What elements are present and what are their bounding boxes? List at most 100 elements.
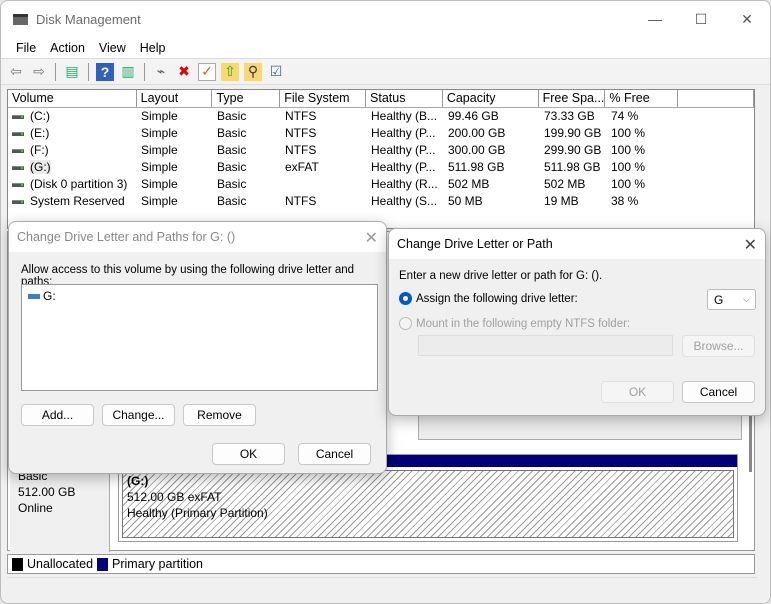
toolbar-separator	[144, 62, 145, 81]
volume-list-header: Volume Layout Type File System Status Ca…	[8, 90, 754, 108]
volume-name: (C:)	[30, 109, 50, 123]
menu-help[interactable]: Help	[133, 41, 173, 55]
cell-volume: (Disk 0 partition 3)	[8, 176, 137, 193]
dialog-title-bar: Change Drive Letter or Path ✕	[389, 229, 765, 259]
unallocated-swatch	[12, 557, 23, 571]
table-row[interactable]: (E:) Simple Basic NTFS Healthy (P... 200.00 G…	[8, 125, 754, 142]
cell-file-system: NTFS	[285, 126, 317, 140]
add-button[interactable]: Add...	[21, 404, 94, 426]
cell-type: Basic	[217, 126, 247, 140]
volume-name: (G:)	[30, 160, 51, 174]
cell-capacity: 502 MB	[448, 177, 490, 191]
cell-volume: System Reserved	[8, 193, 137, 210]
action-pane-icon[interactable]: ▥	[119, 63, 137, 81]
path-entry[interactable]: G:	[28, 289, 371, 303]
partition-status: Healthy (Primary Partition)	[127, 506, 268, 520]
radio-selected-icon[interactable]	[399, 292, 412, 305]
close-button[interactable]: ✕	[724, 1, 770, 37]
folder-path-input[interactable]	[418, 335, 673, 356]
cell-capacity: 300.00 GB	[448, 143, 506, 157]
column-percent-free[interactable]: % Free	[605, 90, 679, 107]
forward-arrow-icon[interactable]: ⇨	[30, 63, 48, 81]
cell-capacity: 511.98 GB	[448, 160, 505, 174]
table-row[interactable]: (F:) Simple Basic NTFS Healthy (P... 300.00 G…	[8, 142, 754, 159]
close-icon[interactable]: ✕	[744, 235, 757, 255]
cell-type: Basic	[217, 177, 247, 191]
column-capacity[interactable]: Capacity	[443, 90, 539, 107]
checklist-icon[interactable]: ☑	[267, 63, 285, 81]
menu-file[interactable]: File	[9, 41, 43, 55]
cell-type: Basic	[217, 109, 247, 123]
delete-icon[interactable]: ✖	[175, 63, 193, 81]
graph-scrollbar[interactable]	[749, 412, 752, 472]
column-file-system[interactable]: File System	[280, 90, 367, 107]
volume-icon	[12, 131, 24, 136]
close-icon[interactable]: ✕	[365, 228, 378, 248]
cell-type: Basic	[217, 194, 247, 208]
volume-icon	[12, 199, 24, 204]
dialog-title: Change Drive Letter and Paths for G: ()	[17, 230, 236, 244]
cell-status: Healthy (P...	[371, 160, 436, 174]
menu-view[interactable]: View	[92, 41, 133, 55]
column-status[interactable]: Status	[366, 90, 443, 107]
volume-name: (Disk 0 partition 3)	[30, 177, 128, 191]
connect-drive-icon[interactable]: ⌁	[152, 63, 170, 81]
cell-capacity: 200.00 GB	[448, 126, 506, 140]
maximize-button[interactable]: ☐	[678, 1, 724, 37]
open-folder-up-icon[interactable]: ⇧	[221, 62, 239, 81]
change-drive-letter-dialog: Change Drive Letter or Path ✕ Enter a ne…	[388, 228, 766, 416]
column-type[interactable]: Type	[212, 90, 281, 107]
properties-icon[interactable]: ✓	[198, 62, 216, 81]
cell-file-system: exFAT	[285, 160, 319, 174]
cancel-button[interactable]: Cancel	[682, 381, 755, 403]
menu-action[interactable]: Action	[43, 41, 92, 55]
menu-bar: File Action View Help	[1, 37, 770, 59]
column-volume[interactable]: Volume	[8, 90, 137, 107]
title-bar: Disk Management — ☐ ✕	[1, 1, 770, 37]
column-layout[interactable]: Layout	[137, 90, 213, 107]
browse-button[interactable]: Browse...	[682, 335, 755, 357]
cell-type: Basic	[217, 143, 247, 157]
cell-layout: Simple	[141, 160, 178, 174]
cell-volume: (C:)	[8, 108, 137, 125]
table-row[interactable]: (Disk 0 partition 3) Simple Basic Healthy (…	[8, 176, 754, 193]
volume-name: (F:)	[30, 143, 49, 157]
cell-percent-free: 100 %	[611, 126, 646, 140]
cell-file-system: NTFS	[285, 143, 317, 157]
toolbar: ⇦ ⇨ ▤ ? ▥ ⌁ ✖ ✓ ⇧ ⚲ ☑	[1, 59, 770, 85]
cell-free-space: 299.90 GB	[544, 143, 602, 157]
minimize-button[interactable]: —	[632, 1, 678, 37]
cancel-button[interactable]: Cancel	[298, 443, 371, 465]
cell-layout: Simple	[141, 177, 178, 191]
ok-button[interactable]: OK	[212, 443, 285, 465]
change-drive-letter-paths-dialog: Change Drive Letter and Paths for G: () …	[8, 221, 387, 474]
radio-unselected-icon[interactable]	[399, 317, 412, 330]
ok-button[interactable]: OK	[601, 381, 674, 403]
column-free-space[interactable]: Free Spa...	[539, 90, 606, 107]
toolbar-separator	[55, 62, 56, 81]
remove-button[interactable]: Remove	[183, 404, 256, 426]
app-icon	[13, 13, 28, 25]
cell-percent-free: 100 %	[611, 177, 646, 191]
mount-folder-option[interactable]: Mount in the following empty NTFS folder…	[399, 317, 630, 330]
cell-layout: Simple	[141, 143, 178, 157]
table-row[interactable]: (C:) Simple Basic NTFS Healthy (B... 99.46 GB…	[8, 108, 754, 125]
change-button[interactable]: Change...	[102, 404, 175, 426]
primary-partition-swatch	[97, 557, 109, 571]
legend-primary: Primary partition	[112, 557, 204, 571]
help-icon[interactable]: ?	[96, 62, 114, 81]
cell-free-space: 73.33 GB	[544, 109, 595, 123]
assign-letter-option[interactable]: Assign the following drive letter:	[399, 292, 578, 305]
paths-listbox[interactable]: G:	[21, 284, 378, 391]
console-tree-icon[interactable]: ▤	[63, 63, 81, 81]
table-row[interactable]: (G:) Simple Basic exFAT Healthy (P... 511.98 …	[8, 159, 754, 176]
table-row[interactable]: System Reserved Simple Basic NTFS Healthy (S…	[8, 193, 754, 210]
volume-icon	[12, 165, 24, 170]
cell-free-space: 19 MB	[544, 194, 579, 208]
legend-unallocated: Unallocated	[27, 557, 94, 571]
column-extra[interactable]	[678, 90, 754, 107]
explore-icon[interactable]: ⚲	[244, 62, 262, 81]
back-arrow-icon[interactable]: ⇦	[7, 63, 25, 81]
cell-percent-free: 38 %	[611, 194, 639, 208]
drive-letter-select[interactable]: G ⌵	[707, 289, 756, 310]
